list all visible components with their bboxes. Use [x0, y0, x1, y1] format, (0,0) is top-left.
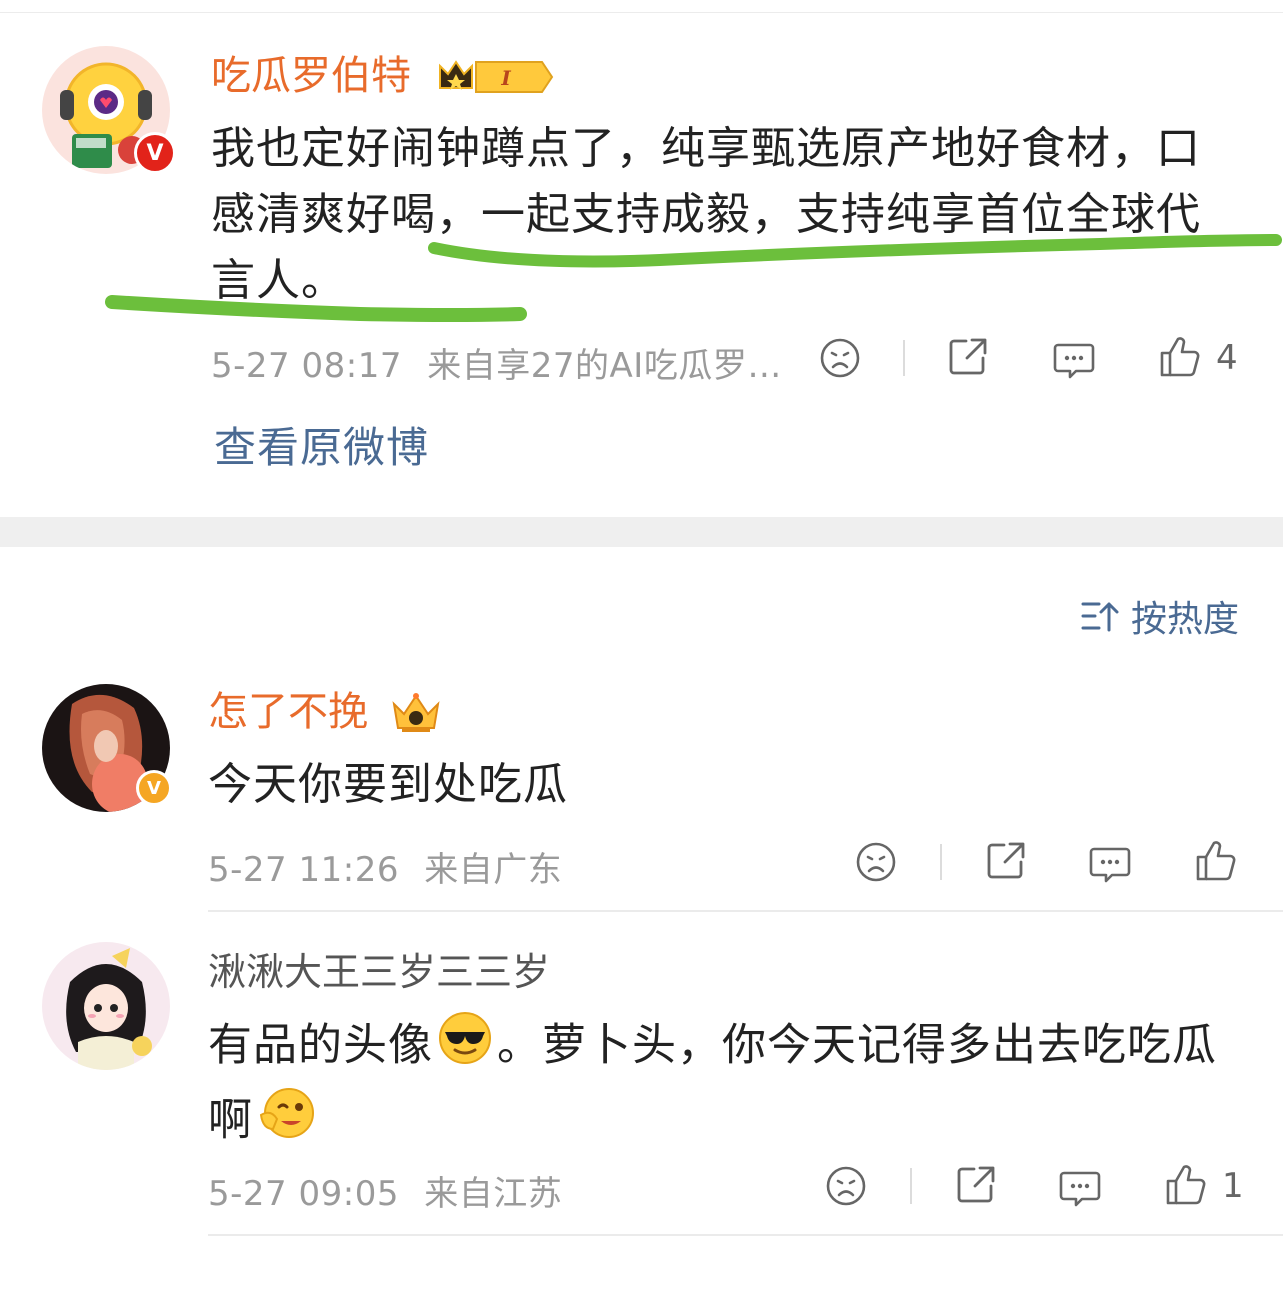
comment-divider: [208, 910, 1283, 912]
dislike-button[interactable]: [816, 336, 864, 380]
comment-author-avatar[interactable]: V: [42, 684, 172, 812]
comment-timestamp: 5-27 09:05: [208, 1174, 399, 1214]
like-count: 1: [1222, 1166, 1244, 1206]
section-separator: [0, 517, 1283, 547]
verified-badge-icon: V: [136, 770, 172, 806]
comment-location: 来自江苏: [424, 1174, 563, 1214]
dislike-button[interactable]: [822, 1164, 870, 1208]
comment-meta: 5-27 11:26 来自广东: [208, 842, 562, 891]
comment-text: 今天你要到处吃瓜: [208, 759, 568, 810]
share-icon: [949, 338, 987, 375]
comment-text-part: 。萝卜头，你今天记得多出去吃吃瓜: [497, 1019, 1217, 1071]
repost-button[interactable]: [952, 1162, 1000, 1208]
share-icon: [987, 842, 1025, 879]
like-count: 4: [1216, 338, 1238, 378]
action-separator: [910, 1168, 912, 1204]
comment-author-avatar[interactable]: [42, 942, 170, 1070]
comment-timestamp: 5-27 11:26: [208, 850, 399, 890]
sort-by-hotness-button[interactable]: 按热度: [1081, 590, 1239, 642]
sad-face-icon: [820, 338, 860, 378]
thumbs-up-icon: [1196, 841, 1236, 881]
repost-button[interactable]: [944, 334, 992, 380]
post-meta: 5-27 08:17 来自享27的AI吃瓜罗…: [211, 338, 782, 387]
like-button[interactable]: [1156, 334, 1204, 380]
comment-button[interactable]: [1050, 336, 1098, 382]
comment-text: 有品的头像 。萝卜头，你今天记得多出去吃吃瓜啊: [208, 1010, 1258, 1160]
post-author-avatar[interactable]: V: [42, 46, 176, 174]
comment-bubble-icon: [1059, 1171, 1101, 1207]
comment-bubble-icon: [1089, 847, 1131, 883]
vip-crown-badge-icon[interactable]: [388, 690, 444, 738]
like-button[interactable]: [1192, 838, 1240, 884]
comment-meta: 5-27 09:05 来自江苏: [208, 1166, 562, 1215]
comment-bubble-icon: [1053, 343, 1095, 379]
verified-badge-icon: V: [134, 132, 176, 174]
comment-button[interactable]: [1056, 1164, 1104, 1210]
level-text: I: [500, 66, 511, 90]
comment-button[interactable]: [1086, 840, 1134, 886]
membership-level-badge-icon[interactable]: I: [436, 56, 554, 102]
like-button[interactable]: [1162, 1162, 1210, 1208]
repost-button[interactable]: [982, 838, 1030, 884]
view-original-weibo-link[interactable]: 查看原微博: [214, 414, 429, 475]
sad-face-icon: [826, 1166, 866, 1206]
thumbs-up-icon: [1166, 1165, 1206, 1205]
dislike-button[interactable]: [852, 840, 900, 884]
green-highlight-underline: [105, 234, 1282, 322]
comment-text-part: 有品的头像: [208, 1019, 433, 1071]
comment-author-name[interactable]: 湫湫大王三岁三三岁: [208, 948, 550, 996]
action-separator: [903, 340, 905, 376]
comment-location: 来自广东: [424, 850, 563, 890]
post-timestamp: 5-27 08:17: [211, 346, 402, 386]
sunglasses-emoji-icon: [437, 1010, 493, 1085]
sort-icon: [1081, 602, 1119, 632]
post-source[interactable]: 来自享27的AI吃瓜罗…: [427, 346, 782, 386]
share-icon: [957, 1166, 995, 1203]
post-author-name[interactable]: 吃瓜罗伯特: [211, 52, 411, 100]
sort-label: 按热度: [1130, 599, 1239, 640]
action-separator: [940, 844, 942, 880]
comment-author-name[interactable]: 怎了不挽: [208, 688, 368, 736]
avatar-image: [42, 942, 170, 1070]
top-divider: [0, 12, 1283, 13]
wink-emoji-icon: [257, 1085, 315, 1160]
comment-text-part: 啊: [208, 1094, 253, 1146]
thumbs-up-icon: [1160, 337, 1200, 377]
comment-divider: [208, 1234, 1283, 1236]
sad-face-icon: [856, 842, 896, 882]
